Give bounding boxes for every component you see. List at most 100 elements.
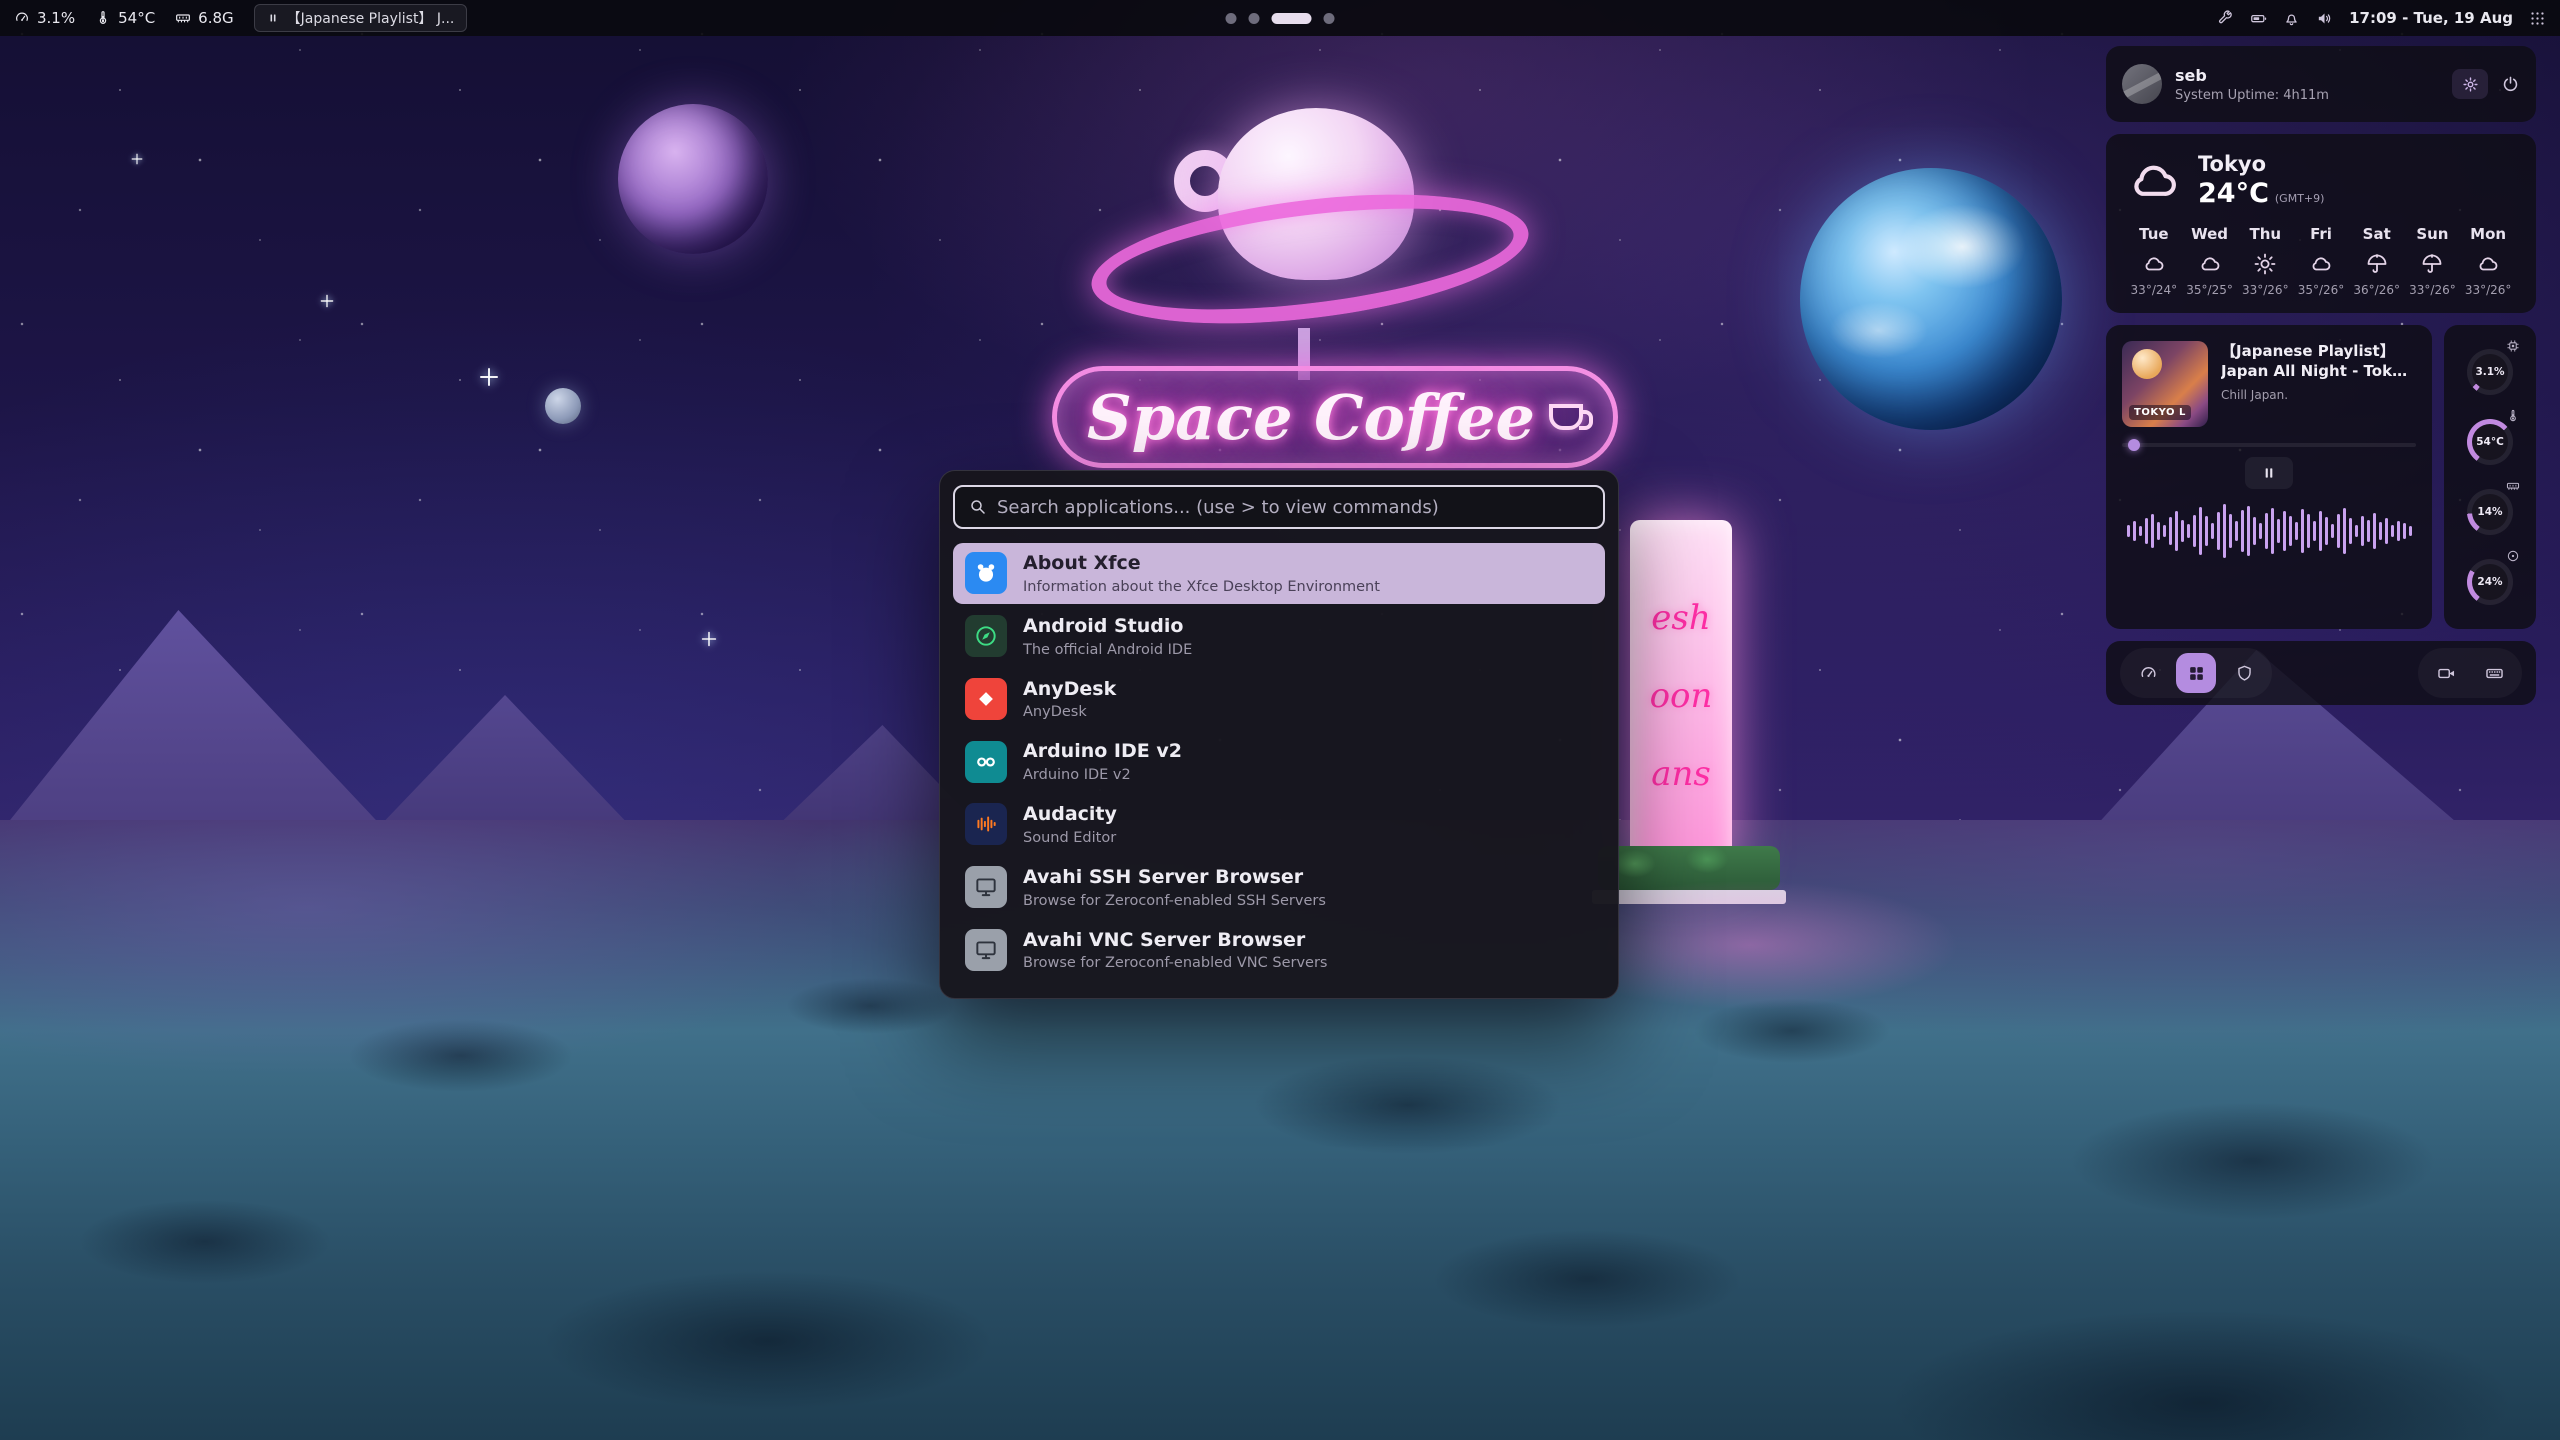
seek-bar[interactable]: [2122, 443, 2416, 447]
battery-icon[interactable]: [2250, 10, 2267, 27]
gauge-icon: [2139, 664, 2158, 683]
stat-value: 24%: [2477, 576, 2502, 588]
gear-icon: [2462, 76, 2479, 93]
search-field[interactable]: [953, 485, 1605, 529]
app-icon-computer: [965, 866, 1007, 908]
notifications-bell-icon[interactable]: [2283, 10, 2300, 27]
waveform-bar: [2157, 522, 2160, 540]
search-icon: [969, 498, 987, 516]
quick-actions-card: [2106, 641, 2536, 705]
forecast-day-label: Sat: [2349, 225, 2405, 243]
forecast-day-label: Wed: [2182, 225, 2238, 243]
keyboard-button[interactable]: [2474, 653, 2514, 693]
app-list-item[interactable]: Avahi SSH Server Browser Browse for Zero…: [953, 857, 1605, 918]
workspace-dot[interactable]: [1324, 13, 1335, 24]
avatar: [2122, 64, 2162, 104]
waveform-bar: [2175, 511, 2178, 551]
waveform-bar: [2307, 514, 2310, 548]
waveform-bar: [2331, 524, 2334, 538]
weather-card: Tokyo 24°C (GMT+9) Tue 33°/24° Wed 35°/2…: [2106, 134, 2536, 313]
search-input[interactable]: [997, 497, 1589, 518]
app-list-item[interactable]: Android Studio The official Android IDE: [953, 606, 1605, 667]
waveform-bar: [2235, 521, 2238, 541]
forecast-temps: 35°/25°: [2182, 283, 2238, 297]
cpu-indicator[interactable]: 3.1%: [14, 9, 75, 27]
app-grid-button[interactable]: [2176, 653, 2216, 693]
power-button[interactable]: [2501, 75, 2520, 94]
waveform-bar: [2229, 514, 2232, 548]
app-list-item[interactable]: AnyDesk AnyDesk: [953, 669, 1605, 730]
stat-icon: [2506, 479, 2520, 493]
app-list-item[interactable]: About Xfce Information about the Xfce De…: [953, 543, 1605, 604]
app-grid-icon[interactable]: [2529, 10, 2546, 27]
neon-sign: Space Coffee: [1052, 366, 1618, 468]
waveform-bar: [2133, 521, 2136, 541]
sparkle-star: [480, 368, 498, 386]
stat-ring-arc: 14%: [2467, 489, 2513, 535]
waveform-bar: [2319, 511, 2322, 551]
shop-window-text: ans: [1651, 754, 1711, 794]
pause-icon: [267, 12, 279, 24]
video-camera-icon: [2437, 664, 2456, 683]
keyboard-icon: [2485, 664, 2504, 683]
waveform-bar: [2361, 516, 2364, 546]
cup-ring: [1084, 174, 1535, 345]
forecast-temps: 35°/26°: [2293, 283, 2349, 297]
waveform-bar: [2409, 526, 2412, 536]
tools-icon[interactable]: [2217, 10, 2234, 27]
waveform-bar: [2169, 517, 2172, 545]
forecast-day-label: Sun: [2405, 225, 2461, 243]
forecast-row: Tue 33°/24° Wed 35°/25° Thu 33°/26° Fri …: [2126, 225, 2516, 297]
weather-timezone: (GMT+9): [2275, 192, 2325, 205]
now-playing-chip[interactable]: 【Japanese Playlist】 J...: [254, 4, 468, 32]
saturn-coffee-cup: [1090, 108, 1530, 358]
workspace-dot-active[interactable]: [1272, 13, 1312, 24]
waveform-bar: [2313, 521, 2316, 541]
app-list-item[interactable]: Avahi VNC Server Browser Browse for Zero…: [953, 920, 1605, 981]
sparkle-star: [702, 632, 716, 646]
app-list-item[interactable]: Arduino IDE v2 Arduino IDE v2: [953, 731, 1605, 792]
stat-ring: 3.1%: [2458, 337, 2522, 407]
stat-ring-arc: 24%: [2467, 559, 2513, 605]
dock-group-left: [2120, 648, 2272, 698]
app-desc: Arduino IDE v2: [1023, 767, 1182, 783]
purple-planet: [618, 104, 768, 254]
app-list-item[interactable]: Audacity Sound Editor: [953, 794, 1605, 855]
app-name: About Xfce: [1023, 552, 1380, 576]
app-desc: Information about the Xfce Desktop Envir…: [1023, 579, 1380, 595]
shop-window-text: esh: [1651, 598, 1710, 638]
temperature-indicator[interactable]: 54°C: [95, 9, 155, 27]
cpu-gauge-icon: [14, 10, 30, 26]
shield-button[interactable]: [2224, 653, 2264, 693]
play-pause-button[interactable]: [2245, 457, 2293, 489]
app-icon-android-studio: [965, 615, 1007, 657]
workspace-indicator[interactable]: [1226, 0, 1335, 36]
volume-icon[interactable]: [2316, 10, 2333, 27]
waveform-bar: [2385, 518, 2388, 544]
performance-button[interactable]: [2128, 653, 2168, 693]
app-name: Avahi VNC Server Browser: [1023, 929, 1327, 953]
app-icon-computer: [965, 929, 1007, 971]
ram-icon: [175, 10, 191, 26]
forecast-weather-icon: [2365, 252, 2389, 276]
workspace-dot[interactable]: [1226, 13, 1237, 24]
seek-handle[interactable]: [2128, 439, 2140, 451]
workspace-dot[interactable]: [1249, 13, 1260, 24]
waveform-bar: [2373, 513, 2376, 549]
settings-button[interactable]: [2452, 69, 2488, 99]
clock[interactable]: 17:09 - Tue, 19 Aug: [2349, 9, 2513, 27]
waveform-bar: [2391, 525, 2394, 537]
waveform-bar: [2355, 525, 2358, 537]
neon-cup-icon: [1549, 404, 1583, 430]
memory-indicator[interactable]: 6.8G: [175, 9, 233, 27]
cpu-value: 3.1%: [37, 9, 75, 27]
waveform-bar: [2211, 523, 2214, 539]
system-uptime: System Uptime: 4h11m: [2175, 88, 2329, 103]
app-desc: The official Android IDE: [1023, 642, 1192, 658]
waveform-bar: [2247, 506, 2250, 556]
screen-record-button[interactable]: [2426, 653, 2466, 693]
album-art: TOKYO L: [2122, 341, 2208, 427]
forecast-weather-icon: [2142, 252, 2166, 276]
waveform-bar: [2187, 524, 2190, 538]
forecast-day: Tue 33°/24°: [2126, 225, 2182, 297]
